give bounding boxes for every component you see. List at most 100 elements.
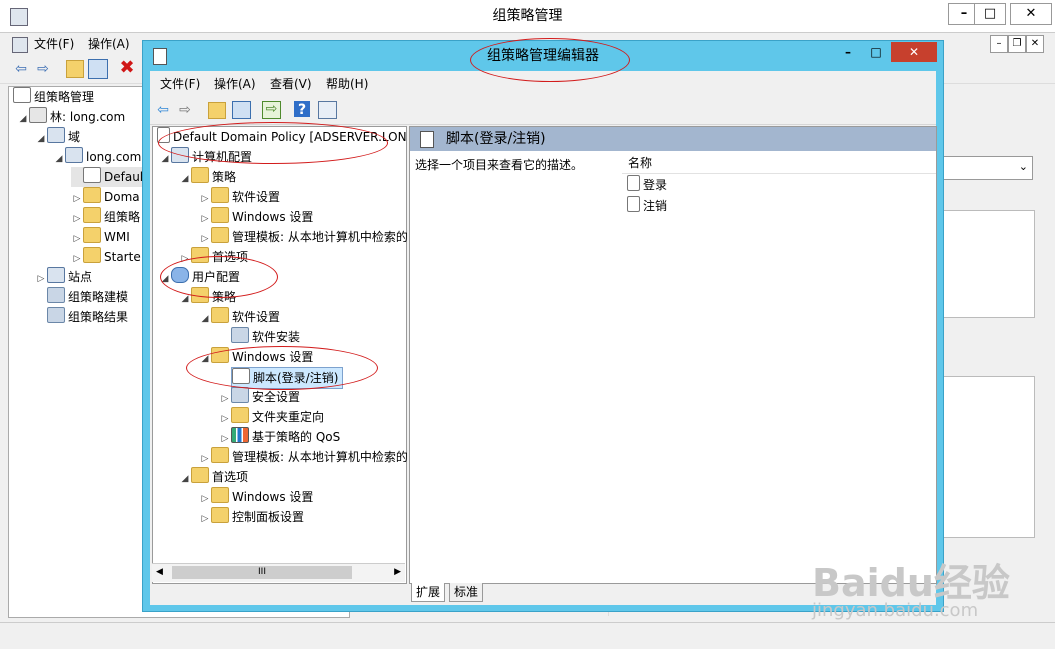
up-folder-icon[interactable] [66, 60, 84, 78]
gpm-titlebar[interactable]: 组策略管理 – □ ✕ [0, 0, 1055, 33]
gpme-tree-hscrollbar[interactable]: ◀ III ▶ [152, 563, 405, 582]
mdi-minimize-button[interactable]: – [990, 35, 1008, 53]
show-tree-icon[interactable] [232, 101, 251, 119]
collapse-arrow-icon[interactable]: ◢ [159, 149, 171, 169]
scroll-thumb[interactable]: III [172, 566, 352, 579]
gpme-tree-policy-root[interactable]: Default Domain Policy [ADSERVER.LON [157, 127, 407, 147]
gpme-tree-cc-admin[interactable]: ▷ 管理模板: 从本地计算机中检索的 [199, 227, 408, 247]
help-icon[interactable]: ? [294, 101, 310, 118]
gpm-tree-longcom[interactable]: ◢ long.com [53, 147, 141, 167]
expand-arrow-icon[interactable]: ▷ [71, 229, 83, 249]
expand-arrow-icon[interactable]: ▷ [219, 429, 231, 449]
forward-arrow-icon[interactable]: ⇨ [176, 101, 194, 119]
gpme-tree-uc-windows[interactable]: ◢ Windows 设置 [199, 347, 313, 367]
gpme-tree-uc-admin[interactable]: ▷ 管理模板: 从本地计算机中检索的 [199, 447, 408, 467]
gpme-tree-uc-software[interactable]: ◢ 软件设置 [199, 307, 280, 327]
gpme-menu-file[interactable]: 文件(F) [160, 75, 200, 93]
maximize-button[interactable]: □ [974, 3, 1006, 25]
tab-standard[interactable]: 标准 [449, 583, 484, 602]
collapse-arrow-icon[interactable]: ◢ [35, 129, 47, 149]
policy-doc-icon [157, 127, 170, 143]
expand-arrow-icon[interactable]: ▷ [199, 229, 211, 249]
collapse-arrow-icon[interactable]: ◢ [199, 349, 211, 369]
list-item[interactable]: 注销 [627, 196, 667, 216]
collapse-arrow-icon[interactable]: ◢ [179, 289, 191, 309]
gpme-tree-computer-config[interactable]: ◢ 计算机配置 [159, 147, 252, 167]
gpme-tree-cc-prefs[interactable]: ▷ 首选项 [179, 247, 248, 267]
collapse-arrow-icon[interactable]: ◢ [159, 269, 171, 289]
close-button[interactable]: ✕ [1010, 3, 1052, 25]
export-list-icon[interactable]: ⇨ [262, 101, 281, 119]
gpm-tree-doma[interactable]: ▷ Doma [71, 187, 140, 207]
gpme-tree-uc-control-panel[interactable]: ▷ 控制面板设置 [199, 507, 304, 527]
forward-arrow-icon[interactable]: ⇨ [34, 60, 52, 78]
folder-icon [211, 347, 229, 363]
expand-arrow-icon[interactable]: ▷ [71, 209, 83, 229]
gpme-tree-uc-prefs[interactable]: ◢ 首选项 [179, 467, 248, 487]
tab-extended[interactable]: 扩展 [411, 583, 446, 602]
back-arrow-icon[interactable]: ⇦ [12, 60, 30, 78]
gpme-tree-cc-software[interactable]: ▷ 软件设置 [199, 187, 280, 207]
gpm-menu-file[interactable]: 文件(F) [34, 35, 74, 53]
gpme-tree-uc-policies[interactable]: ◢ 策略 [179, 287, 236, 307]
gpm-tree-forest[interactable]: ◢ 林: long.com [17, 107, 125, 127]
show-tree-icon[interactable] [88, 59, 108, 79]
delete-icon[interactable]: ✖ [118, 59, 136, 77]
gpm-dropdown[interactable]: ⌄ [939, 156, 1033, 180]
gpme-menu-view[interactable]: 查看(V) [270, 75, 312, 93]
column-header-name[interactable]: 名称 [622, 153, 936, 174]
expand-arrow-icon[interactable]: ▷ [199, 189, 211, 209]
gpm-tree-gpos[interactable]: ▷ 组策略 [71, 207, 140, 227]
collapse-arrow-icon[interactable]: ◢ [179, 469, 191, 489]
gpm-tree-modeling[interactable]: 组策略建模 [35, 287, 128, 307]
gpm-tree-domains[interactable]: ◢ 域 [35, 127, 80, 147]
collapse-arrow-icon[interactable]: ◢ [179, 169, 191, 189]
gpme-tree-uc-folder-redirect[interactable]: ▷ 文件夹重定向 [219, 407, 324, 427]
collapse-arrow-icon[interactable]: ◢ [199, 309, 211, 329]
gpme-close-button[interactable]: ✕ [891, 42, 937, 62]
expand-arrow-icon[interactable]: ▷ [71, 189, 83, 209]
mdi-restore-button[interactable]: ❐ [1008, 35, 1026, 53]
gpme-tree-uc-software-install[interactable]: 软件安装 [219, 327, 300, 347]
gpme-tree-cc-policies[interactable]: ◢ 策略 [179, 167, 236, 187]
gpm-tree-root[interactable]: 组策略管理 [13, 87, 94, 107]
expand-arrow-icon[interactable]: ▷ [71, 249, 83, 269]
list-item[interactable]: 登录 [627, 175, 667, 195]
gpme-menu-action[interactable]: 操作(A) [214, 75, 256, 93]
expand-arrow-icon[interactable]: ▷ [199, 209, 211, 229]
scroll-left-icon[interactable]: ◀ [156, 567, 163, 577]
up-folder-icon[interactable] [208, 102, 226, 119]
software-install-icon [231, 327, 249, 343]
gpme-tree-uc-security[interactable]: ▷ 安全设置 [219, 387, 300, 407]
back-arrow-icon[interactable]: ⇦ [154, 101, 172, 119]
expand-arrow-icon[interactable]: ▷ [199, 509, 211, 529]
expand-arrow-icon[interactable]: ▷ [199, 489, 211, 509]
expand-arrow-icon[interactable]: ▷ [179, 249, 191, 269]
properties-icon[interactable] [318, 101, 337, 119]
expand-arrow-icon[interactable]: ▷ [199, 449, 211, 469]
gpm-tree-default[interactable]: Default [71, 167, 152, 187]
gpme-menu-help[interactable]: 帮助(H) [326, 75, 368, 93]
collapse-arrow-icon[interactable]: ◢ [17, 109, 29, 129]
gpme-minimize-button[interactable]: – [835, 43, 861, 61]
scroll-right-icon[interactable]: ▶ [394, 567, 401, 577]
gpm-tree-starter[interactable]: ▷ Starte [71, 247, 141, 267]
expand-arrow-icon[interactable]: ▷ [219, 389, 231, 409]
gpo-folder-icon [83, 207, 101, 223]
gpm-statusbar [0, 622, 1055, 649]
expand-arrow-icon[interactable]: ▷ [35, 269, 47, 289]
folder-icon [191, 167, 209, 183]
gpme-tree-cc-windows[interactable]: ▷ Windows 设置 [199, 207, 313, 227]
gpme-tree-uc-prefs-windows[interactable]: ▷ Windows 设置 [199, 487, 313, 507]
gpm-tree-results[interactable]: 组策略结果 [35, 307, 128, 327]
gpme-tree-uc-qos[interactable]: ▷ 基于策略的 QoS [219, 427, 340, 447]
collapse-arrow-icon[interactable]: ◢ [53, 149, 65, 169]
gpm-menu-action[interactable]: 操作(A) [88, 35, 130, 53]
expand-arrow-icon[interactable]: ▷ [219, 409, 231, 429]
gpme-maximize-button[interactable]: □ [863, 43, 889, 61]
gpme-tree-uc-scripts[interactable]: 脚本(登录/注销) [231, 367, 344, 389]
gpm-tree-sites[interactable]: ▷ 站点 [35, 267, 92, 287]
mdi-close-button[interactable]: ✕ [1026, 35, 1044, 53]
gpm-tree-wmi[interactable]: ▷ WMI [71, 227, 130, 247]
gpme-tree-user-config[interactable]: ◢ 用户配置 [159, 267, 240, 287]
